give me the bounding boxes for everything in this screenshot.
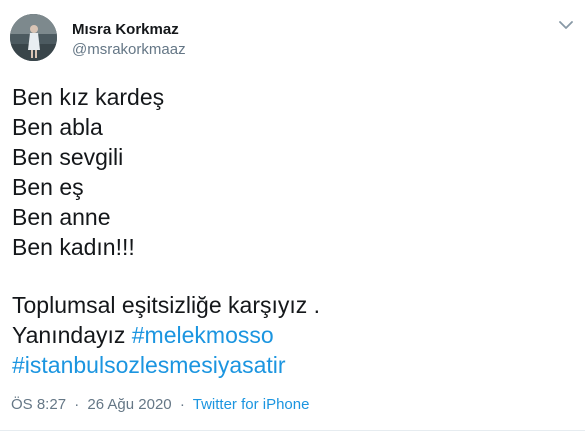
tweet-time: ÖS 8:27 <box>11 396 67 413</box>
tweet-line: Ben kız kardeş <box>12 84 165 110</box>
line-break <box>12 262 575 290</box>
tweet-timestamp[interactable]: ÖS 8:27 · 26 Ağu 2020 <box>11 396 172 413</box>
avatar[interactable] <box>10 14 57 61</box>
tweet-line: #istanbulsozlesmesiyasatir <box>12 350 575 380</box>
separator: · <box>74 396 80 413</box>
tweet-meta: ÖS 8:27 · 26 Ağu 2020 · Twitter for iPho… <box>11 396 309 413</box>
tweet-line-text: Yanındayız <box>12 322 132 348</box>
avatar-image <box>10 14 57 61</box>
tweet-line: Ben abla <box>12 114 103 140</box>
hashtag-link-melekmosso[interactable]: #melekmosso <box>132 322 274 348</box>
separator: · <box>179 396 185 413</box>
tweet-line: Ben kadın!!! <box>12 234 135 260</box>
tweet-card: Mısra Korkmaz @msrakorkmaaz Ben kız kard… <box>0 0 585 431</box>
tweet-source-link[interactable]: Twitter for iPhone <box>193 396 310 413</box>
user-handle[interactable]: @msrakorkmaaz <box>72 41 186 58</box>
hashtag-link-istanbulsozlesmesiyasatir[interactable]: #istanbulsozlesmesiyasatir <box>12 352 286 378</box>
chevron-down-icon <box>559 20 573 29</box>
more-options-button[interactable] <box>555 14 577 36</box>
tweet-line: Toplumsal eşitsizliğe karşıyız . <box>12 292 321 318</box>
tweet-line: Ben sevgili <box>12 144 124 170</box>
user-display-name[interactable]: Mısra Korkmaz <box>72 21 179 38</box>
tweet-line: Ben eş <box>12 174 84 200</box>
tweet-line: Yanındayız #melekmosso <box>12 320 575 350</box>
tweet-line: Ben anne <box>12 204 111 230</box>
tweet-text: Ben kız kardeş Ben abla Ben sevgili Ben … <box>12 82 575 380</box>
tweet-date: 26 Ağu 2020 <box>87 396 172 413</box>
